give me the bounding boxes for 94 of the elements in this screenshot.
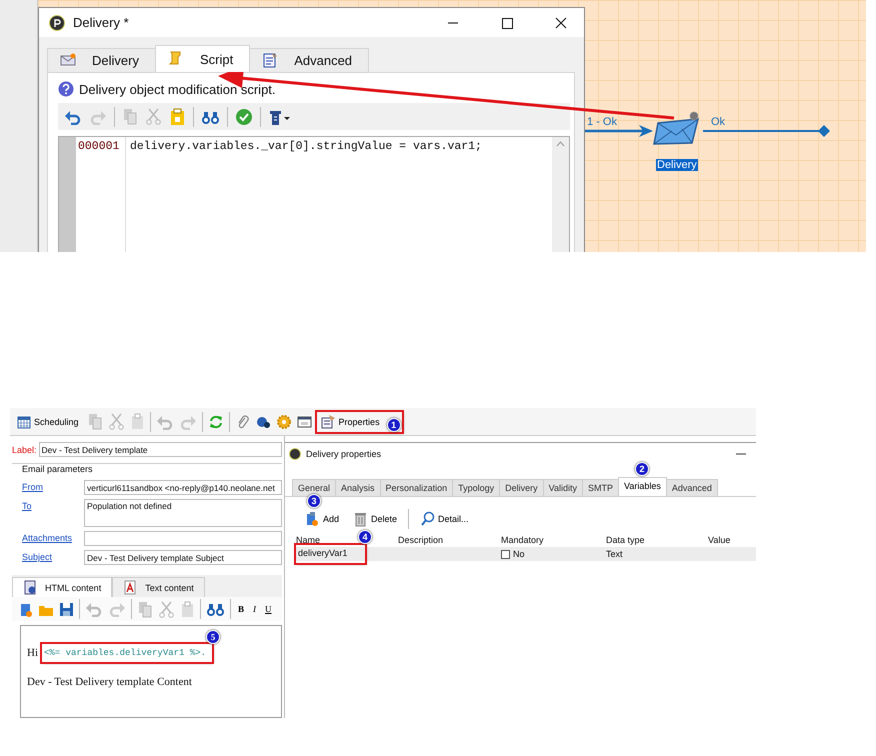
search-icon[interactable] — [206, 601, 225, 617]
content-editor[interactable]: Hi <%= variables.deliveryVar1 %>. 5 Dev - Test Delivery template Content — [20, 625, 282, 718]
column-header: Description — [398, 535, 444, 545]
tab[interactable]: Delivery — [499, 479, 544, 496]
field-link[interactable]: From — [22, 480, 84, 492]
gear-icon[interactable] — [276, 414, 292, 430]
tab[interactable]: Personalization — [380, 479, 454, 496]
column-header: Data type — [606, 535, 645, 545]
greeting-text: Hi — [27, 647, 38, 659]
search-icon — [420, 511, 436, 527]
tab[interactable]: General — [292, 479, 336, 496]
window-title: Delivery * — [73, 15, 129, 30]
code-line: delivery.variables._var[0].stringValue = vars.var1; — [130, 140, 483, 153]
copy-icon[interactable] — [122, 108, 138, 125]
line-number: 000001 — [78, 140, 120, 153]
body-text: Dev - Test Delivery template Content — [27, 676, 193, 688]
tab[interactable]: HTML content — [12, 577, 112, 597]
field-link[interactable]: To — [22, 499, 84, 511]
text-document-icon — [123, 580, 138, 595]
input-field[interactable]: verticurl611sandbox <no-reply@p140.neolane.net — [84, 480, 282, 495]
clipboard-icon[interactable] — [130, 413, 145, 430]
tab[interactable]: Advanced — [666, 479, 718, 496]
callout-number: 2 — [635, 462, 649, 476]
window-icon[interactable] — [296, 414, 312, 429]
group-title: Email parameters — [20, 464, 95, 474]
close-icon[interactable] — [555, 16, 567, 28]
checkbox[interactable] — [501, 550, 510, 558]
input-field[interactable] — [84, 531, 282, 546]
document-icon — [23, 580, 37, 595]
table-cell: deliveryVar1 — [296, 545, 366, 563]
copy-icon[interactable] — [137, 600, 153, 618]
field-link[interactable]: Attachments — [22, 531, 84, 543]
window-title: Delivery properties — [306, 449, 382, 459]
redo-icon[interactable] — [108, 601, 126, 617]
add-button[interactable]: Add — [302, 509, 342, 529]
save-icon[interactable] — [59, 602, 74, 616]
column-header: Mandatory — [501, 535, 544, 545]
column-header: Name — [296, 535, 320, 545]
scrollbar[interactable] — [552, 137, 569, 252]
format-button[interactable]: B — [236, 604, 246, 614]
tab[interactable]: Delivery — [47, 48, 156, 72]
tab[interactable]: Typology — [452, 479, 500, 496]
tab[interactable]: Text content — [112, 577, 205, 597]
app-logo-icon — [49, 14, 65, 30]
add-icon — [305, 511, 320, 527]
input-field[interactable]: Dev - Test Delivery template Subject — [84, 550, 282, 565]
tab[interactable]: Analysis — [335, 479, 381, 496]
new-document-icon[interactable] — [18, 602, 33, 616]
maximize-icon[interactable] — [501, 16, 513, 28]
table-cell: No — [513, 549, 525, 559]
column-header: Value — [708, 535, 730, 545]
format-button[interactable]: U — [263, 604, 274, 614]
callout-number: 5 — [206, 630, 220, 644]
app-logo-icon — [289, 448, 301, 460]
code-editor[interactable]: 000001 delivery.variables._var[0].stringValue = vars.var1; — [58, 136, 570, 252]
node-label: Delivery — [656, 159, 698, 171]
field-link[interactable]: Subject — [22, 550, 84, 562]
description-text: Delivery object modification script. — [79, 82, 276, 96]
detail-button[interactable]: Detail... — [417, 509, 472, 529]
tab[interactable]: Advanced — [249, 48, 370, 72]
clipboard-icon[interactable] — [169, 108, 186, 126]
tab[interactable]: Validity — [542, 479, 583, 496]
scissors-icon[interactable] — [145, 108, 162, 125]
delete-button[interactable]: Delete — [350, 509, 400, 529]
callout-number: 4 — [358, 530, 372, 544]
tab[interactable]: SMTP — [582, 479, 620, 496]
label-field[interactable]: Dev - Test Delivery template — [38, 442, 282, 457]
scroll-up-icon[interactable] — [556, 141, 565, 147]
callout-number: 1 — [386, 418, 401, 432]
field-label: Label: — [12, 444, 37, 454]
connector-arrow — [585, 125, 653, 137]
expression-text: <%= variables.deliveryVar1 %>. — [42, 644, 212, 662]
tab[interactable]: Script — [154, 45, 250, 72]
scissors-icon[interactable] — [158, 600, 175, 618]
scheduling-button[interactable]: Scheduling — [14, 412, 82, 430]
clipboard-icon[interactable] — [180, 600, 195, 618]
check-icon[interactable] — [235, 108, 253, 126]
refresh-icon[interactable] — [208, 414, 224, 430]
properties-icon — [320, 414, 336, 430]
format-button[interactable]: I — [251, 604, 258, 614]
properties-button[interactable]: Properties 1 — [316, 412, 402, 432]
copy-icon[interactable] — [86, 413, 103, 430]
scissors-icon[interactable] — [108, 413, 125, 430]
help-icon — [58, 81, 74, 97]
envelope-icon[interactable] — [652, 111, 702, 147]
table-cell: Text — [606, 549, 623, 559]
undo-icon[interactable] — [64, 108, 82, 124]
trash-icon — [353, 511, 368, 527]
calendar-icon — [17, 414, 31, 428]
undo-icon[interactable] — [85, 601, 103, 617]
callout-number: 3 — [307, 494, 321, 508]
connector-label: Ok — [711, 116, 726, 128]
connector-label: 1 - Ok — [587, 116, 617, 128]
text-area[interactable]: Population not defined — [84, 499, 282, 527]
